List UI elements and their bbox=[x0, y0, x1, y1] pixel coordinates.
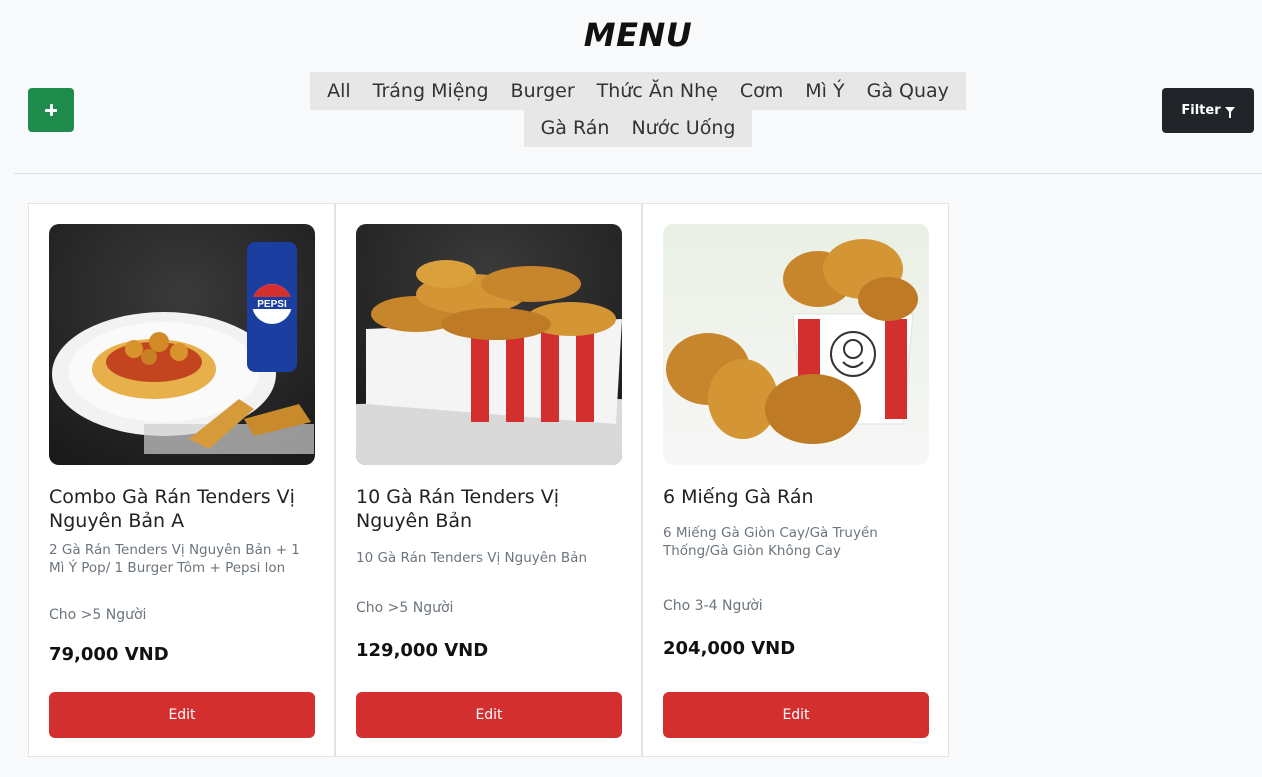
edit-button[interactable]: Edit bbox=[49, 692, 315, 738]
product-image: PEPSI bbox=[49, 224, 315, 465]
product-card: 6 Miếng Gà Rán 6 Miếng Gà Giòn Cay/Gà Tr… bbox=[642, 203, 949, 757]
product-image bbox=[663, 224, 929, 465]
filter-button[interactable]: Filter bbox=[1162, 88, 1254, 133]
product-serving: Cho >5 Người bbox=[49, 607, 147, 623]
category-ga-ran[interactable]: Gà Rán bbox=[530, 117, 621, 139]
product-serving: Cho >5 Người bbox=[356, 600, 454, 616]
pepsi-can-text: PEPSI bbox=[257, 299, 287, 310]
product-grid: PEPSI Combo Gà Rán Tenders Vị Nguyên Bản… bbox=[28, 203, 949, 757]
product-name: 6 Miếng Gà Rán bbox=[663, 486, 814, 508]
combo-meal-image: PEPSI bbox=[49, 224, 315, 465]
product-name: 10 Gà Rán Tenders Vị Nguyên Bản bbox=[356, 486, 560, 532]
menu-header: MENU All Tráng Miệng Burger Thức Ăn Nhẹ … bbox=[14, 8, 1262, 173]
product-card: PEPSI Combo Gà Rán Tenders Vị Nguyên Bản… bbox=[28, 203, 335, 757]
category-ga-quay[interactable]: Gà Quay bbox=[856, 80, 960, 102]
header-divider bbox=[14, 173, 1262, 174]
page-title: MENU bbox=[583, 16, 693, 54]
category-group: Gà Rán Nước Uống bbox=[523, 109, 753, 147]
product-price: 204,000 VND bbox=[663, 638, 796, 659]
category-com[interactable]: Cơm bbox=[729, 80, 794, 102]
product-name: Combo Gà Rán Tenders Vị Nguyên Bản A bbox=[49, 486, 295, 532]
product-price: 79,000 VND bbox=[49, 644, 169, 665]
page: MENU All Tráng Miệng Burger Thức Ăn Nhẹ … bbox=[0, 0, 1262, 777]
category-row-2: Gà Rán Nước Uống bbox=[14, 109, 1262, 147]
category-all[interactable]: All bbox=[316, 80, 362, 102]
product-price: 129,000 VND bbox=[356, 640, 489, 661]
filter-label: Filter bbox=[1181, 103, 1221, 118]
tenders-box-image bbox=[356, 224, 622, 465]
product-image bbox=[356, 224, 622, 465]
category-thuc-an-nhe[interactable]: Thức Ăn Nhẹ bbox=[586, 80, 729, 102]
category-burger[interactable]: Burger bbox=[500, 80, 586, 102]
category-mi-y[interactable]: Mì Ý bbox=[794, 80, 855, 102]
product-card: 10 Gà Rán Tenders Vị Nguyên Bản 10 Gà Rá… bbox=[335, 203, 642, 757]
category-nuoc-uong[interactable]: Nước Uống bbox=[620, 117, 746, 139]
category-trang-mieng[interactable]: Tráng Miệng bbox=[362, 80, 500, 102]
category-row-1: All Tráng Miệng Burger Thức Ăn Nhẹ Cơm M… bbox=[14, 72, 1262, 110]
product-serving: Cho 3-4 Người bbox=[663, 598, 763, 614]
product-description: 10 Gà Rán Tenders Vị Nguyên Bản bbox=[356, 550, 587, 566]
funnel-icon bbox=[1224, 106, 1235, 118]
product-description: 6 Miếng Gà Giòn Cay/Gà Truyền Thống/Gà G… bbox=[663, 525, 878, 559]
category-group: All Tráng Miệng Burger Thức Ăn Nhẹ Cơm M… bbox=[310, 72, 966, 110]
product-description: 2 Gà Rán Tenders Vị Nguyên Bản + 1 Mì Ý … bbox=[49, 542, 300, 576]
edit-button[interactable]: Edit bbox=[663, 692, 929, 738]
fried-chicken-bucket-image bbox=[663, 224, 929, 465]
edit-button[interactable]: Edit bbox=[356, 692, 622, 738]
